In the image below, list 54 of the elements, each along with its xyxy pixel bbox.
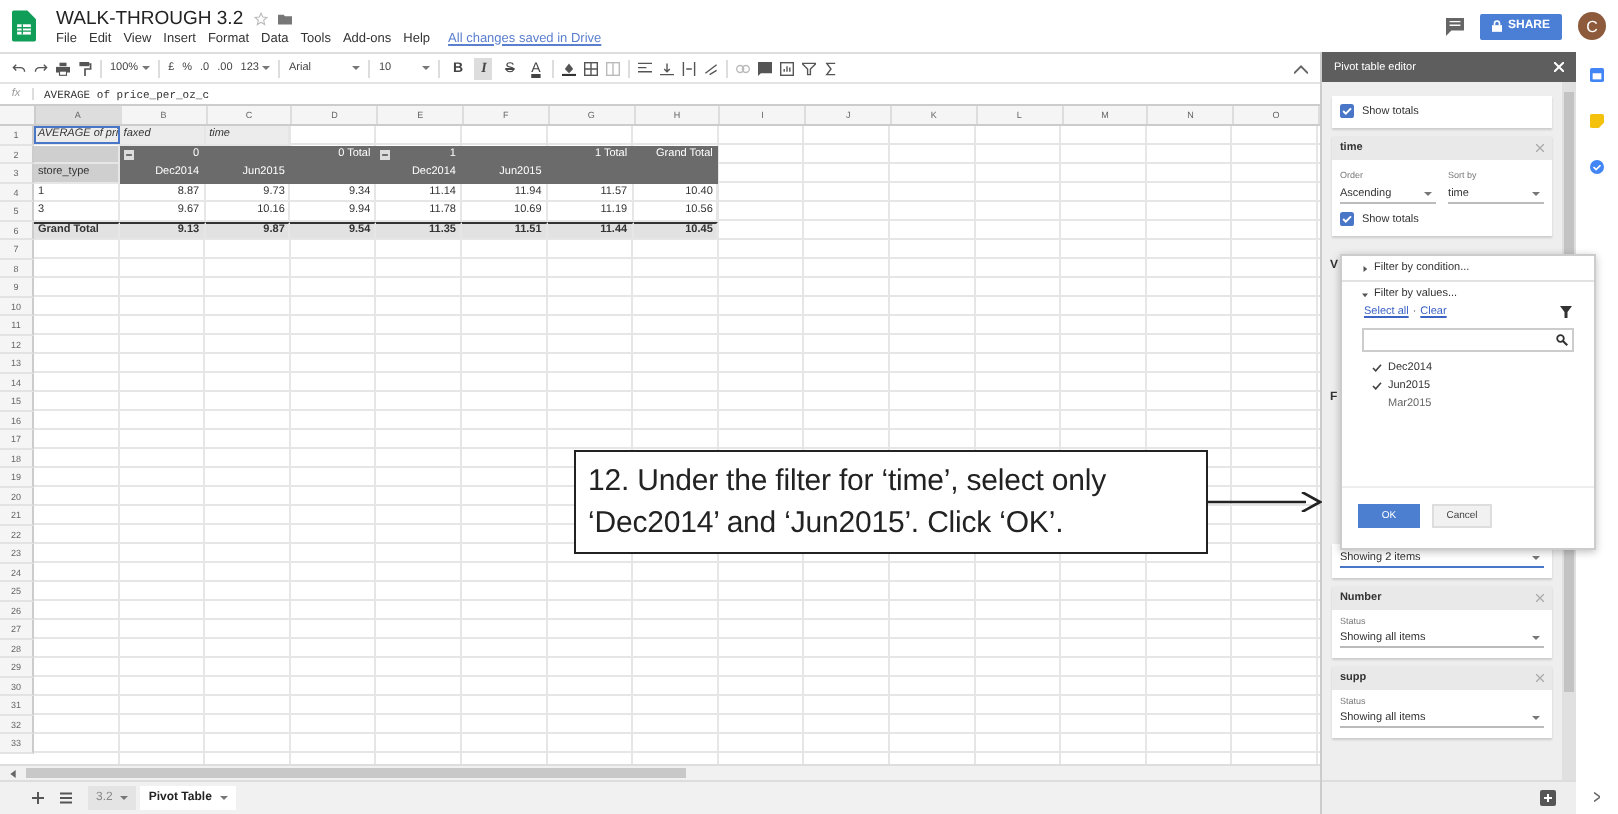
caret-icon (352, 66, 361, 70)
chevron-right-icon[interactable] (1594, 792, 1601, 802)
expand-arrow-icon[interactable] (1362, 291, 1368, 297)
document-title[interactable]: WALK-THROUGH 3.2 (56, 7, 244, 29)
borders-icon[interactable] (584, 61, 599, 75)
calendar-icon[interactable] (1590, 68, 1605, 82)
star-icon[interactable] (253, 11, 268, 25)
caret-icon (1424, 191, 1433, 195)
comment-icon[interactable] (758, 61, 773, 75)
undo-icon[interactable] (12, 61, 26, 75)
caret-icon (120, 796, 129, 800)
caret-icon (219, 796, 228, 800)
text-wrap-icon[interactable] (682, 61, 697, 75)
expand-arrow-icon[interactable] (1362, 265, 1368, 271)
checkbox[interactable] (1339, 104, 1354, 118)
vertical-align-icon[interactable] (660, 61, 675, 75)
check-icon[interactable] (1372, 364, 1382, 372)
redo-icon[interactable] (34, 61, 48, 75)
align-left-icon[interactable] (638, 61, 653, 75)
print-icon[interactable] (56, 61, 70, 75)
caret-icon (142, 66, 151, 70)
checkbox[interactable] (1339, 212, 1354, 226)
sheet-list-icon[interactable] (60, 792, 72, 804)
filter-icon[interactable] (802, 61, 817, 75)
avatar[interactable]: C (1578, 12, 1606, 40)
add-sheet-icon[interactable] (32, 792, 44, 804)
collapse-icon[interactable] (380, 149, 391, 159)
plus-square-icon[interactable] (1540, 790, 1557, 806)
chart-icon[interactable] (780, 61, 795, 75)
scrollbar-thumb[interactable] (26, 768, 686, 778)
instruction-text: 12. Under the filter for ‘time’, select only ‘Dec2014’ and ‘Jun2015’. Click ‘OK’. (588, 462, 1109, 544)
search-icon[interactable] (1556, 334, 1568, 346)
filter-icon (1560, 306, 1572, 318)
caret-icon (1532, 635, 1541, 639)
sheets-logo-icon (12, 10, 36, 42)
check-circle-icon[interactable] (1590, 160, 1605, 174)
merge-cells-icon[interactable] (606, 61, 621, 75)
collapse-icon[interactable] (1293, 61, 1308, 75)
caret-icon (1532, 191, 1541, 195)
caret-icon (262, 66, 271, 70)
caret-icon (1532, 715, 1541, 719)
collapse-icon[interactable] (123, 149, 134, 159)
caret-icon (1532, 555, 1541, 559)
check-icon[interactable] (1372, 382, 1382, 390)
scroll-left-icon[interactable] (10, 769, 16, 777)
search-field[interactable] (1362, 328, 1574, 352)
folder-icon[interactable] (277, 11, 292, 25)
lock-icon (1491, 20, 1502, 32)
caret-icon (422, 66, 431, 70)
comment-icon[interactable] (1445, 17, 1464, 35)
functions-icon[interactable] (824, 61, 839, 75)
fill-color-icon[interactable] (562, 61, 577, 75)
paint-format-icon[interactable] (78, 61, 92, 75)
text-rotation-icon[interactable] (704, 61, 719, 75)
